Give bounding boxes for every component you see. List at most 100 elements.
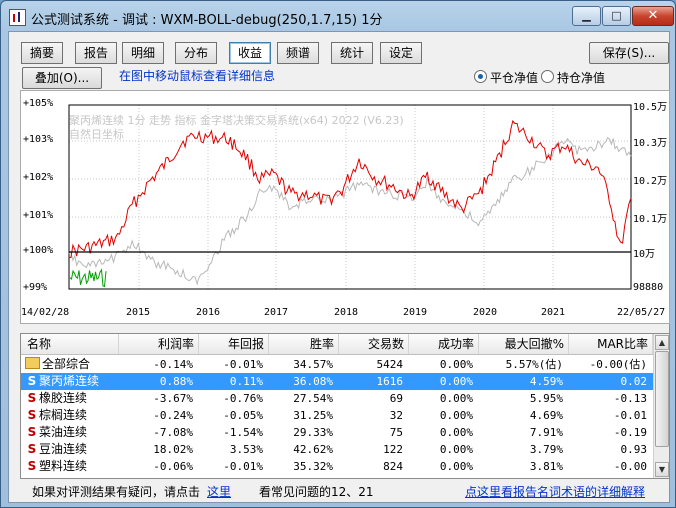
y-tick-left: +103%: [23, 134, 54, 145]
chart-hint: 在图中移动鼠标查看详细信息: [119, 69, 276, 83]
row-name: 棕榈连续: [39, 408, 88, 422]
cell-annual: -0.01%: [223, 460, 263, 473]
radio-hold-equity-label: 持仓净值: [557, 71, 606, 85]
row-name: 全部综合: [42, 357, 91, 371]
cell-profit: 18.02%: [153, 443, 193, 456]
minimize-button[interactable]: ▁: [572, 6, 601, 26]
table-row[interactable]: S 棕榈连续 -0.24% -0.05% 31.25% 32 0.00% 4.69% -0.01: [21, 407, 653, 424]
maximize-button[interactable]: □: [602, 6, 631, 26]
tab-settings[interactable]: 设定: [380, 42, 422, 64]
col-winrate[interactable]: 胜率: [269, 334, 339, 354]
y-tick-right: 10.5万: [633, 102, 668, 113]
col-success[interactable]: 成功率: [409, 334, 479, 354]
x-tick: 2019: [403, 307, 428, 318]
strategy-s-icon: S: [27, 408, 37, 422]
cell-trades: 824: [383, 460, 403, 473]
table-row[interactable]: S 豆油连续 18.02% 3.53% 42.62% 122 0.00% 3.79% 0.93: [21, 441, 653, 458]
row-name: 豆油连续: [39, 442, 88, 456]
strategy-s-icon: S: [27, 442, 37, 456]
x-tick: 2020: [473, 307, 498, 318]
tab-detail[interactable]: 明细: [122, 42, 164, 64]
results-table[interactable]: 名称 利润率 年回报 胜率 交易数 成功率 最大回撤% MAR比率 全部综合 -0…: [20, 333, 670, 479]
tab-distribution[interactable]: 分布: [175, 42, 217, 64]
cell-profit: -7.08%: [153, 426, 193, 439]
tab-spectrum[interactable]: 频谱: [277, 42, 319, 64]
close-button[interactable]: ✕: [632, 6, 674, 26]
cell-trades: 32: [389, 409, 403, 422]
below-baseline-line: [69, 268, 107, 288]
footer-question: 如果对评测结果有疑问，请点击: [32, 485, 201, 499]
cell-annual: 3.53%: [229, 443, 263, 456]
cell-annual: -1.54%: [223, 426, 263, 439]
strategy-s-icon: S: [27, 459, 37, 473]
cell-profit: -0.06%: [153, 460, 193, 473]
col-annual[interactable]: 年回报: [199, 334, 269, 354]
tab-summary[interactable]: 摘要: [21, 42, 63, 64]
col-mar[interactable]: MAR比率: [569, 334, 653, 354]
cell-mar: -0.19: [613, 426, 647, 439]
row-name-cell: 全部综合: [25, 356, 90, 373]
cell-mar: -0.13: [613, 392, 647, 405]
footer-faq: 看常见问题的12、21: [259, 485, 374, 499]
tab-report[interactable]: 报告: [75, 42, 117, 64]
cell-success: 0.00%: [439, 426, 473, 439]
cell-profit: -0.24%: [153, 409, 193, 422]
save-button[interactable]: 保存(S)...: [589, 42, 669, 64]
cell-profit: -0.14%: [153, 358, 193, 371]
strategy-s-icon: S: [27, 425, 37, 439]
x-tick: 22/05/27: [617, 307, 666, 318]
radio-close-equity-label: 平仓净值: [490, 71, 539, 85]
radio-dot: [474, 70, 487, 83]
table-scrollbar[interactable]: ▲ ▼: [653, 334, 669, 478]
table-row[interactable]: 全部综合 -0.14% -0.01% 34.57% 5424 0.00% 5.57%(估) -…: [21, 356, 653, 373]
scroll-thumb[interactable]: [655, 351, 669, 447]
table-row[interactable]: S 聚丙烯连续 0.88% 0.11% 36.08% 1616 0.00% 4.59% 0.02: [21, 373, 653, 390]
cell-trades: 5424: [376, 358, 404, 371]
y-tick-left: +99%: [23, 282, 48, 293]
cell-maxdd: 7.91%: [529, 426, 563, 439]
cell-trades: 1616: [376, 375, 404, 388]
col-maxdd[interactable]: 最大回撤%: [479, 334, 569, 354]
y-tick-right: 10.1万: [633, 214, 668, 225]
x-tick: 2021: [541, 307, 566, 318]
cell-success: 0.00%: [439, 358, 473, 371]
row-name-cell: S 豆油连续: [25, 441, 87, 458]
y-tick-right: 10.3万: [633, 138, 668, 149]
col-name[interactable]: 名称: [21, 334, 119, 354]
tab-returns[interactable]: 收益: [229, 42, 271, 64]
equity-chart[interactable]: 聚丙烯连续 1分 走势 指标 金字塔决策交易系统(x64) 2022 (V6.2…: [20, 90, 670, 324]
y-tick-right: 10.2万: [633, 176, 668, 187]
cell-success: 0.00%: [439, 375, 473, 388]
table-row[interactable]: S 菜油连续 -7.08% -1.54% 29.33% 75 0.00% 7.91% -0.19: [21, 424, 653, 441]
table-row[interactable]: S 塑料连续 -0.06% -0.01% 35.32% 824 0.00% 3.81% -0.0…: [21, 458, 653, 475]
strategy-s-icon: S: [27, 374, 37, 388]
col-trades[interactable]: 交易数: [339, 334, 409, 354]
scroll-up-arrow-icon[interactable]: ▲: [655, 335, 669, 350]
cell-win: 29.33%: [293, 426, 333, 439]
table-row[interactable]: S 橡胶连续 -3.67% -0.76% 27.54% 69 0.00% 5.95% -0.13: [21, 390, 653, 407]
radio-dot: [541, 70, 554, 83]
cell-profit: 0.88%: [159, 375, 193, 388]
x-tick: 14/02/28: [21, 307, 70, 318]
scroll-down-arrow-icon[interactable]: ▼: [655, 462, 669, 477]
overlay-button[interactable]: 叠加(O)...: [22, 67, 102, 89]
hold-equity-line: [68, 137, 632, 286]
row-name: 橡胶连续: [39, 391, 88, 405]
cell-success: 0.00%: [439, 409, 473, 422]
cell-success: 0.00%: [439, 443, 473, 456]
x-tick: 2016: [196, 307, 221, 318]
row-name-cell: S 菜油连续: [25, 424, 87, 441]
footer-terms-link[interactable]: 点这里看报告名词术语的详细解释: [465, 483, 645, 500]
col-profit[interactable]: 利润率: [119, 334, 199, 354]
y-tick-left: +101%: [23, 210, 54, 221]
cell-win: 31.25%: [293, 409, 333, 422]
title-bar[interactable]: 公式测试系统 - 调试 : WXM-BOLL-debug(250,1.7,15)…: [1, 1, 675, 31]
table-header: 名称 利润率 年回报 胜率 交易数 成功率 最大回撤% MAR比率: [21, 334, 653, 355]
row-name-cell: S 塑料连续: [25, 458, 87, 475]
minimize-icon: ▁: [582, 9, 591, 22]
y-tick-right: 10万: [633, 249, 656, 260]
cell-annual: -0.05%: [223, 409, 263, 422]
tab-statistics[interactable]: 统计: [331, 42, 373, 64]
close-icon: ✕: [647, 8, 659, 23]
footer-here-link[interactable]: 这里: [207, 483, 231, 500]
